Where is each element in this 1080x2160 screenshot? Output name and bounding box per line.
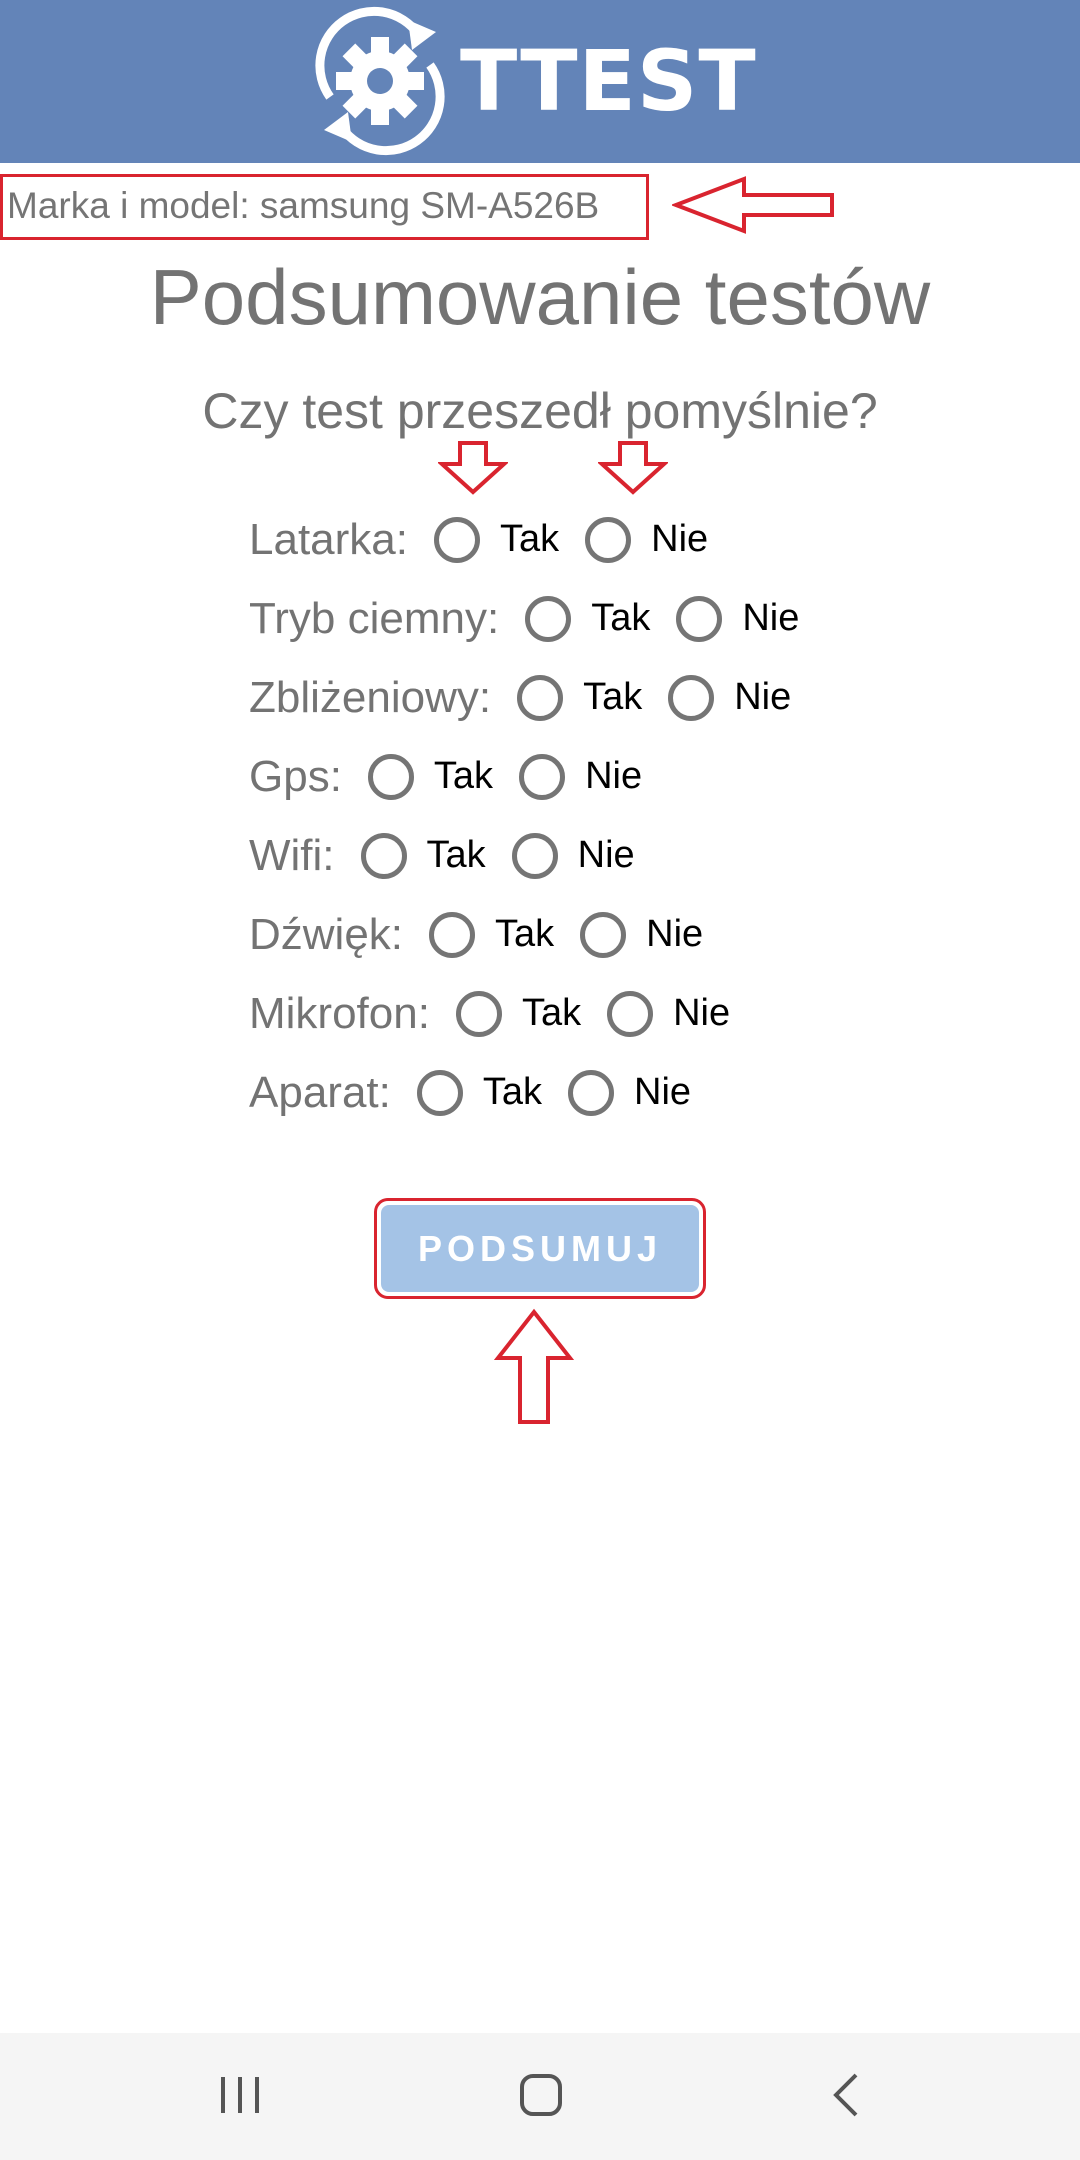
page-title: Podsumowanie testów [149,253,931,341]
radio-label-yes[interactable]: Tak [434,755,493,798]
radio-option-yes[interactable]: Tak [517,674,642,721]
test-row-mikrofon: Mikrofon: Tak Nie [249,974,825,1053]
radio-option-no[interactable]: Nie [676,595,799,642]
radio-option-no[interactable]: Nie [607,990,730,1037]
radio-option-yes[interactable]: Tak [416,1069,542,1116]
radio-button[interactable] [676,595,723,642]
radio-button[interactable] [668,674,715,721]
radio-option-yes[interactable]: Tak [455,990,581,1037]
test-label: Zbliżeniowy: [249,672,492,722]
test-label: Mikrofon: [249,988,430,1038]
radio-button[interactable] [367,753,414,800]
radio-option-no[interactable]: Nie [585,516,708,563]
radio-button[interactable] [429,911,476,958]
radio-option-no[interactable]: Nie [511,832,635,879]
radio-button[interactable] [568,1069,615,1116]
test-row-aparat: Aparat: Tak Nie [249,1053,825,1132]
app-header: TTEST [0,0,1080,163]
radio-label-yes[interactable]: Tak [495,913,554,956]
radio-option-yes[interactable]: Tak [360,832,486,879]
test-label: Wifi: [249,830,335,880]
recent-apps-icon[interactable] [218,2071,262,2121]
device-model-label: Marka i model: samsung SM-A526B [0,174,649,240]
radio-button[interactable] [511,832,558,879]
radio-button[interactable] [525,595,572,642]
test-row-gps: Gps: Tak Nie [249,737,825,816]
radio-button[interactable] [455,990,502,1037]
test-label: Latarka: [249,514,408,564]
radio-label-yes[interactable]: Tak [427,834,486,877]
radio-label-no[interactable]: Nie [646,913,703,956]
radio-label-no[interactable]: Nie [651,518,708,561]
home-icon[interactable] [518,2071,564,2121]
back-icon[interactable] [826,2071,866,2121]
radio-button[interactable] [433,516,480,563]
radio-button[interactable] [607,990,654,1037]
annotation-arrow-left-icon [672,176,834,234]
test-row-zblizeniowy: Zbliżeniowy: Tak Nie [249,658,825,737]
summarize-button-frame: PODSUMUJ [374,1198,706,1299]
radio-label-yes[interactable]: Tak [483,1071,542,1114]
test-label: Tryb ciemny: [249,593,500,643]
annotation-arrow-down-icon [438,441,508,495]
radio-button[interactable] [416,1069,463,1116]
radio-option-yes[interactable]: Tak [525,595,650,642]
radio-button[interactable] [519,753,566,800]
test-row-dzwiek: Dźwięk: Tak Nie [249,895,825,974]
radio-option-no[interactable]: Nie [580,911,703,958]
radio-option-yes[interactable]: Tak [429,911,554,958]
radio-label-no[interactable]: Nie [585,755,642,798]
test-row-wifi: Wifi: Tak Nie [249,816,825,895]
radio-button[interactable] [517,674,564,721]
app-logo: TTEST [300,2,780,160]
test-row-tryb-ciemny: Tryb ciemny: Tak Nie [249,579,825,658]
radio-option-no[interactable]: Nie [668,674,791,721]
radio-label-yes[interactable]: Tak [591,597,650,640]
radio-option-no[interactable]: Nie [568,1069,691,1116]
test-label: Dźwięk: [249,909,404,959]
radio-option-yes[interactable]: Tak [433,516,559,563]
annotation-arrow-up-icon [493,1308,575,1424]
radio-label-no[interactable]: Nie [742,597,799,640]
radio-button[interactable] [360,832,407,879]
test-row-latarka: Latarka: Tak Nie [249,500,825,579]
summarize-button[interactable]: PODSUMUJ [381,1205,699,1292]
test-label: Gps: [249,751,342,801]
radio-button[interactable] [580,911,627,958]
radio-label-no[interactable]: Nie [578,834,635,877]
radio-option-no[interactable]: Nie [519,753,642,800]
question-text: Czy test przeszedł pomyślnie? [202,383,878,439]
radio-label-yes[interactable]: Tak [522,992,581,1035]
radio-option-yes[interactable]: Tak [367,753,493,800]
gear-icon [315,6,445,156]
logo-text: TTEST [460,32,757,130]
radio-label-no[interactable]: Nie [673,992,730,1035]
radio-button[interactable] [585,516,632,563]
radio-label-no[interactable]: Nie [734,676,791,719]
test-list: Latarka: Tak Nie Tryb ciemny: Tak Nie Zb… [249,500,825,1132]
test-label: Aparat: [249,1067,391,1117]
radio-label-no[interactable]: Nie [634,1071,691,1114]
radio-label-yes[interactable]: Tak [583,676,642,719]
system-navigation-bar [0,2033,1080,2160]
annotation-arrow-down-icon [598,441,668,495]
radio-label-yes[interactable]: Tak [500,518,559,561]
